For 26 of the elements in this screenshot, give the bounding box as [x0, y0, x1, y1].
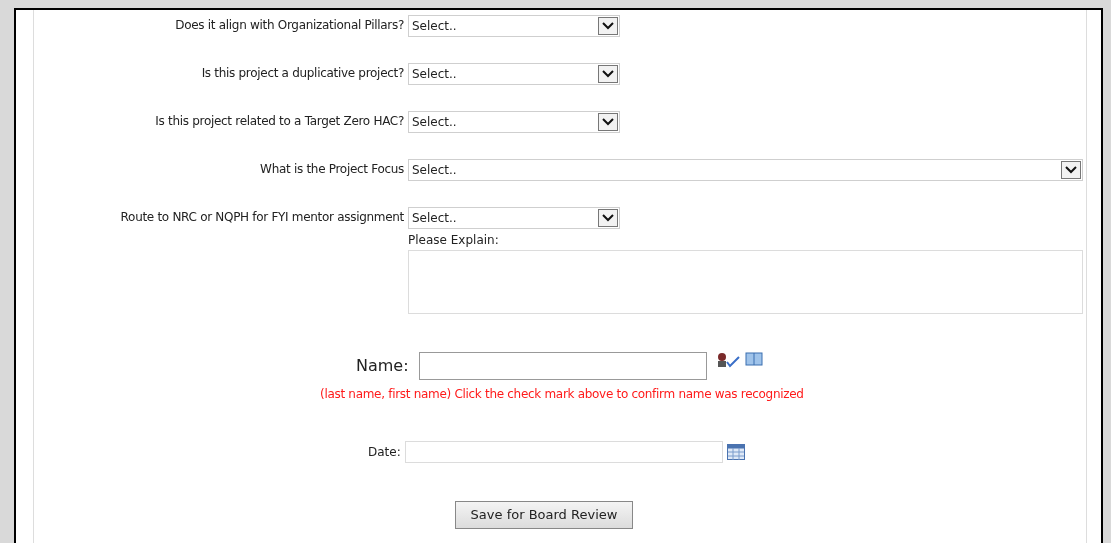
- save-button[interactable]: Save for Board Review: [455, 501, 633, 529]
- chevron-down-icon: [598, 65, 618, 83]
- date-label: Date:: [368, 444, 401, 461]
- field-label: Please Explain:: [408, 232, 500, 249]
- question-label: What is the Project Focus: [259, 161, 404, 178]
- date-field[interactable]: [404, 441, 723, 463]
- address-book-icon[interactable]: [744, 352, 763, 366]
- chevron-down-icon: [598, 17, 618, 35]
- chevron-down-icon: [1061, 161, 1081, 179]
- question-label: Is this project a duplicative project?: [200, 65, 404, 82]
- question-label: Is this project related to a Target Zero HAC?: [154, 113, 404, 130]
- name-field[interactable]: [418, 352, 707, 380]
- hint-text: (last name, first name) Click the check mark above to confirm name was recognized: [320, 386, 804, 403]
- dropdown[interactable]: Select..: [408, 207, 620, 229]
- check-person-icon[interactable]: [716, 352, 741, 368]
- question-label: Route to NRC or NQPH for FYI mentor assignment: [119, 209, 404, 226]
- name-label: Name:: [356, 355, 409, 377]
- explanation-field[interactable]: [408, 250, 1083, 314]
- calendar-icon[interactable]: [726, 444, 745, 460]
- dropdown[interactable]: Select..: [408, 15, 620, 37]
- dropdown[interactable]: Select..: [408, 63, 620, 85]
- chevron-down-icon: [598, 209, 618, 227]
- dropdown[interactable]: Select..: [408, 159, 1083, 181]
- dropdown[interactable]: Select..: [408, 111, 620, 133]
- question-label: Does it align with Organizational Pillars?: [174, 17, 404, 34]
- chevron-down-icon: [598, 113, 618, 131]
